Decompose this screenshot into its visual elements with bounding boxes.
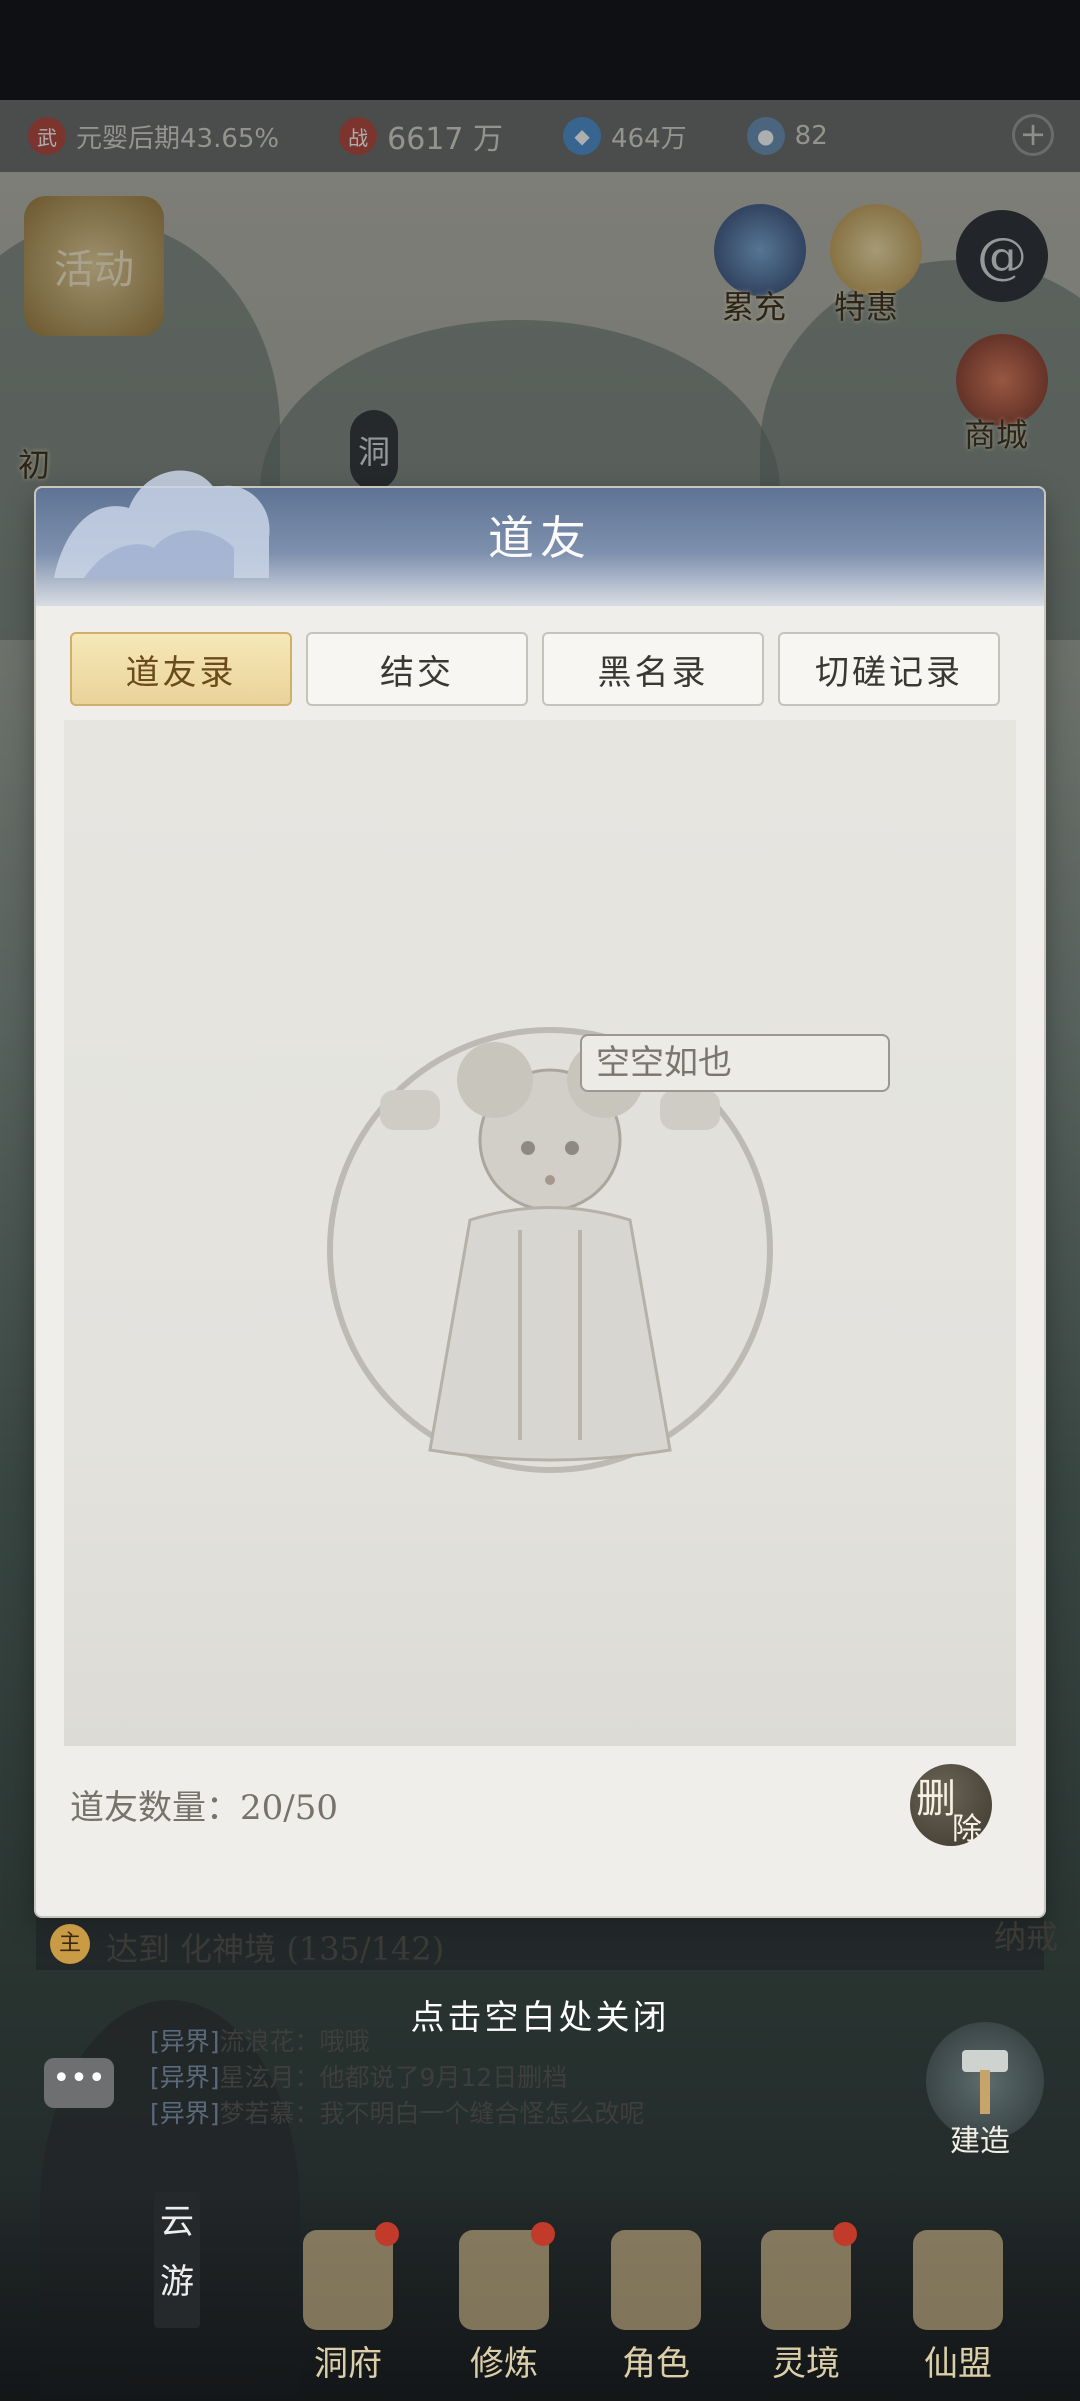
nav-alliance[interactable]: 仙盟	[888, 2230, 1028, 2390]
delete-label-2: 除	[952, 1812, 982, 1847]
chat-line: [异界]梦若慕：我不明白一个缝合怪怎么改呢	[150, 2096, 710, 2132]
nav-cave[interactable]: 洞府	[278, 2222, 418, 2390]
notification-dot	[375, 2222, 399, 2246]
friend-count: 道友数量：20/50	[70, 1788, 338, 1828]
spirit-realm-icon	[761, 2222, 857, 2330]
notification-dot	[531, 2222, 555, 2246]
tab-make-friends[interactable]: 结交	[306, 632, 528, 706]
tab-duel-records[interactable]: 切磋记录	[778, 632, 1000, 706]
main-quest-bar[interactable]: 主 达到 化神境 (135/142)	[36, 1918, 1044, 1970]
nav-alliance-label: 仙盟	[924, 2344, 992, 2384]
cultivate-icon	[459, 2222, 555, 2330]
tab-blacklist[interactable]: 黑名录	[542, 632, 764, 706]
empty-state-bubble: 空空如也	[580, 1034, 890, 1092]
tab-friend-list[interactable]: 道友录	[70, 632, 292, 706]
chat-channel-tag: [异界]	[150, 2099, 220, 2128]
main-quest-icon: 主	[50, 1924, 90, 1964]
nav-character-label: 角色	[622, 2344, 690, 2384]
cave-icon	[303, 2222, 399, 2330]
dialog-title: 道友	[488, 511, 592, 565]
nav-cultivate-label: 修炼	[470, 2344, 538, 2384]
build-label: 建造	[950, 2124, 1010, 2159]
chat-message-text: 流浪花：哦哦	[219, 2027, 370, 2056]
chat-messages[interactable]: [异界]流浪花：哦哦 [异界]星泫月：他都说了9月12日删档 [异界]梦若慕：我…	[150, 2024, 710, 2132]
chat-button[interactable]: •••	[44, 2058, 114, 2108]
character-icon	[611, 2230, 701, 2330]
alliance-icon	[913, 2230, 1003, 2330]
chat-message-text: 星泫月：他都说了9月12日删档	[219, 2063, 568, 2092]
chat-message-text: 梦若慕：我不明白一个缝合怪怎么改呢	[219, 2099, 645, 2128]
delete-label-1: 删	[916, 1776, 956, 1822]
chat-channel-tag: [异界]	[150, 2027, 220, 2056]
friend-list-panel: 空空如也	[64, 720, 1016, 1746]
main-quest-text: 达到 化神境 (135/142)	[106, 1930, 445, 1968]
delete-button[interactable]: 删 除	[910, 1764, 992, 1847]
friends-dialog: 道友 道友录 结交 黑名录 切磋记录 空空如也 道友数量：20/50 删 除	[36, 470, 1044, 1916]
travel-button[interactable]: 云游	[154, 2192, 200, 2328]
nav-spirit-realm-label: 灵境	[772, 2344, 840, 2384]
chat-line: [异界]流浪花：哦哦	[150, 2024, 710, 2060]
chat-line: [异界]星泫月：他都说了9月12日删档	[150, 2060, 710, 2096]
chat-channel-tag: [异界]	[150, 2063, 220, 2092]
notification-dot	[833, 2222, 857, 2246]
dialog-tabs: 道友录 结交 黑名录 切磋记录	[70, 632, 1000, 706]
nav-cultivate[interactable]: 修炼	[434, 2222, 574, 2390]
storage-ring-label[interactable]: 纳戒	[994, 1912, 1058, 1958]
nav-character[interactable]: 角色	[586, 2230, 726, 2390]
nav-spirit-realm[interactable]: 灵境	[736, 2222, 876, 2390]
nav-cave-label: 洞府	[314, 2344, 382, 2384]
